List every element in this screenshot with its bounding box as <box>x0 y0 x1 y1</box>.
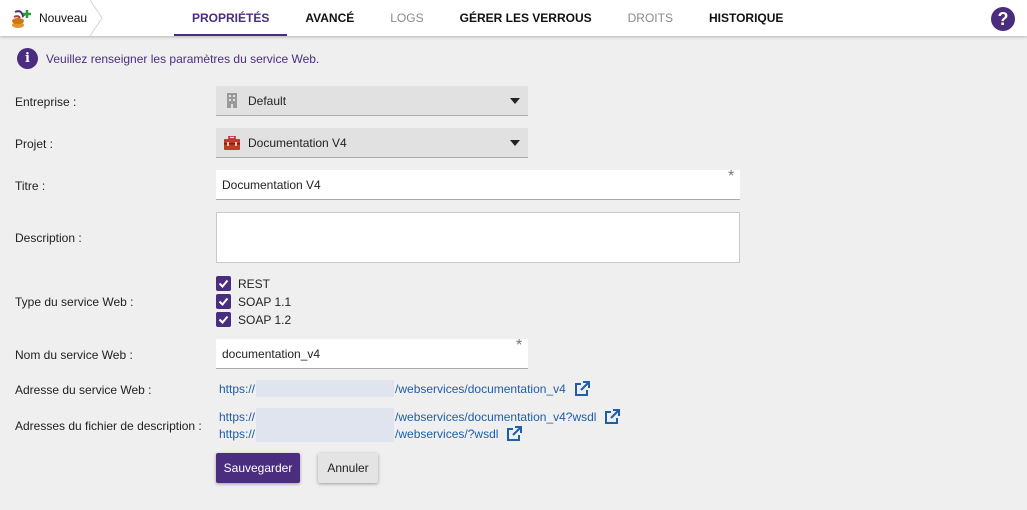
info-message: i Veuillez renseigner les paramètres du … <box>17 48 319 69</box>
tab-proprietes[interactable]: PROPRIÉTÉS <box>174 0 288 36</box>
building-icon <box>227 93 237 108</box>
wsdl-link-2[interactable]: https:// /webservices/?wsdl <box>219 425 523 442</box>
top-bar: Nouveau PROPRIÉTÉS AVANCÉ LOGS GÉRER LES… <box>0 0 1027 36</box>
info-text: Veuillez renseigner les paramètres du se… <box>46 51 320 66</box>
titre-label: Titre : <box>15 179 46 193</box>
projet-select[interactable]: Documentation V4 <box>216 128 528 158</box>
adresse-link[interactable]: https:// /webservices/documentation_v4 <box>219 380 590 397</box>
breadcrumb[interactable]: Nouveau <box>0 0 92 36</box>
tab-historique[interactable]: HISTORIQUE <box>691 0 801 36</box>
info-icon: i <box>17 48 38 69</box>
redacted-host <box>256 380 395 397</box>
cancel-button[interactable]: Annuler <box>318 453 378 483</box>
link-prefix: https:// <box>219 409 256 424</box>
checkbox-label: REST <box>238 276 271 291</box>
external-link-icon[interactable] <box>604 408 621 425</box>
description-textarea[interactable] <box>216 212 740 263</box>
checkbox-label: SOAP 1.2 <box>238 312 292 327</box>
checkbox-label: SOAP 1.1 <box>238 294 292 309</box>
checkbox-soap-1-2[interactable]: SOAP 1.2 <box>216 312 291 327</box>
fichiers-label: Adresses du fichier de description : <box>15 419 202 433</box>
link-suffix: /webservices/documentation_v4?wsdl <box>395 409 597 424</box>
checkbox-checked-icon[interactable] <box>216 294 231 309</box>
link-prefix: https:// <box>219 381 256 396</box>
entreprise-value: Default <box>248 94 287 108</box>
tab-droits: DROITS <box>627 11 673 25</box>
toolbox-icon <box>224 136 240 150</box>
titre-input[interactable]: Documentation V4 <box>216 170 740 200</box>
chevron-down-icon <box>510 98 520 104</box>
entreprise-label: Entreprise : <box>15 95 77 109</box>
new-webservice-icon <box>12 10 31 28</box>
external-link-icon[interactable] <box>574 380 590 397</box>
required-marker: * <box>728 168 735 185</box>
description-label: Description : <box>15 231 82 245</box>
link-suffix: /webservices/?wsdl <box>395 426 499 441</box>
link-prefix: https:// <box>219 426 256 441</box>
required-marker: * <box>516 337 523 354</box>
tab-gerer-verrous[interactable]: GÉRER LES VERROUS <box>442 0 610 36</box>
save-button[interactable]: Sauvegarder <box>216 453 300 483</box>
checkbox-checked-icon[interactable] <box>216 312 231 327</box>
chevron-down-icon <box>510 140 520 146</box>
redacted-host <box>256 408 395 425</box>
tab-avance[interactable]: AVANCÉ <box>287 0 372 36</box>
projet-label: Projet : <box>15 137 54 151</box>
redacted-host <box>256 425 395 442</box>
tab-logs: LOGS <box>390 11 424 25</box>
tab-bar: PROPRIÉTÉS AVANCÉ LOGS GÉRER LES VERROUS… <box>174 0 801 36</box>
link-suffix: /webservices/documentation_v4 <box>395 381 566 396</box>
wsdl-link-1[interactable]: https:// /webservices/documentation_v4?w… <box>219 408 621 425</box>
projet-value: Documentation V4 <box>248 136 347 150</box>
external-link-icon[interactable] <box>506 425 523 442</box>
checkbox-checked-icon[interactable] <box>216 276 231 291</box>
breadcrumb-separator <box>89 0 103 36</box>
nom-label: Nom du service Web : <box>15 348 133 362</box>
entreprise-select[interactable]: Default <box>216 86 528 116</box>
type-label: Type du service Web : <box>15 295 134 309</box>
help-icon[interactable]: ? <box>991 7 1015 31</box>
checkbox-rest[interactable]: REST <box>216 276 270 291</box>
nom-input[interactable]: documentation_v4 <box>216 339 528 369</box>
breadcrumb-label: Nouveau <box>39 11 88 25</box>
adresse-label: Adresse du service Web : <box>15 383 152 397</box>
checkbox-soap-1-1[interactable]: SOAP 1.1 <box>216 294 291 309</box>
